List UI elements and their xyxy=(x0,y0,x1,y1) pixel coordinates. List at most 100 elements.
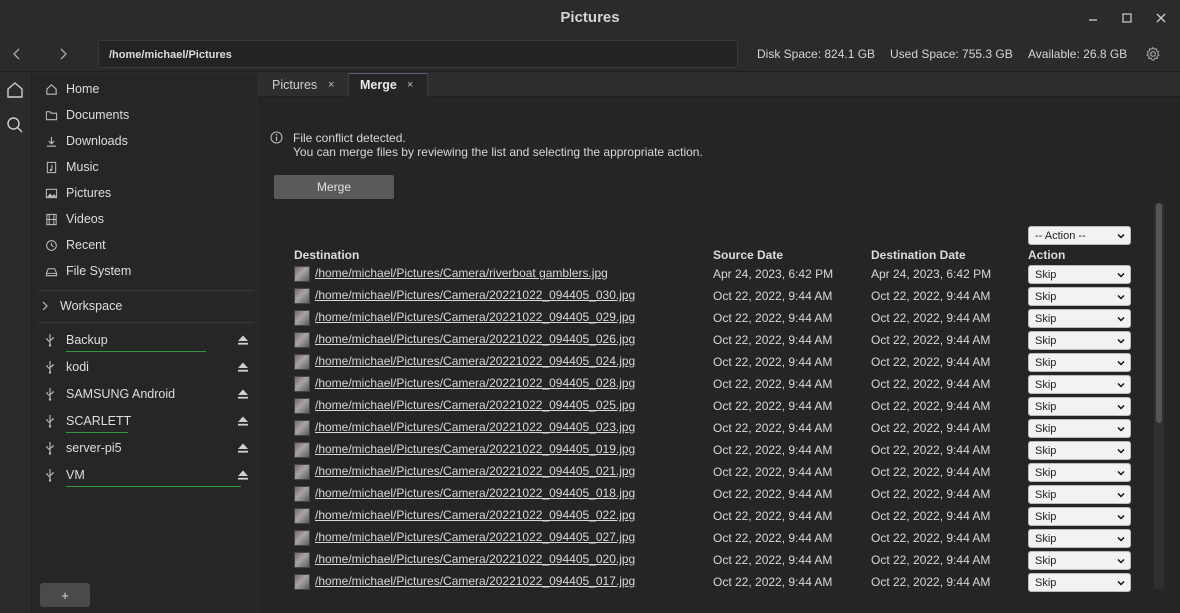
film-icon xyxy=(44,212,58,226)
chevron-down-icon xyxy=(1117,360,1125,366)
workspace-toggle[interactable]: Workspace xyxy=(32,294,258,318)
destination-path-link[interactable]: /home/michael/Pictures/Camera/20221022_0… xyxy=(315,288,635,302)
action-select[interactable]: Skip xyxy=(1028,573,1131,592)
destination-path-link[interactable]: /home/michael/Pictures/Camera/20221022_0… xyxy=(315,486,635,500)
table-row: /home/michael/Pictures/Camera/20221022_0… xyxy=(294,373,1132,395)
device-samsung-android[interactable]: SAMSUNG Android xyxy=(32,381,258,408)
sidebar-item-pictures[interactable]: Pictures xyxy=(32,181,258,205)
sidebar-item-recent[interactable]: Recent xyxy=(32,233,258,257)
eject-icon[interactable] xyxy=(237,442,249,454)
action-select[interactable]: Skip xyxy=(1028,463,1131,482)
minimize-button[interactable] xyxy=(1083,8,1103,28)
destination-path-link[interactable]: /home/michael/Pictures/Camera/20221022_0… xyxy=(315,310,635,324)
action-select[interactable]: Skip xyxy=(1028,309,1131,328)
merge-button[interactable]: Merge xyxy=(274,175,394,199)
action-select[interactable]: Skip xyxy=(1028,507,1131,526)
chevron-down-icon xyxy=(1117,580,1125,586)
chevron-down-icon xyxy=(1117,233,1125,239)
tab-label: Pictures xyxy=(272,78,318,92)
destination-path-link[interactable]: /home/michael/Pictures/Camera/20221022_0… xyxy=(315,552,635,566)
back-button[interactable] xyxy=(8,45,26,63)
eject-icon[interactable] xyxy=(237,469,249,481)
sidebar-item-music[interactable]: Music xyxy=(32,155,258,179)
destination-path-link[interactable]: /home/michael/Pictures/Camera/riverboat … xyxy=(315,266,608,280)
destination-path-link[interactable]: /home/michael/Pictures/Camera/20221022_0… xyxy=(315,332,635,346)
action-select[interactable]: Skip xyxy=(1028,441,1131,460)
destination-date: Oct 22, 2022, 9:44 AM xyxy=(871,421,991,435)
source-date: Oct 22, 2022, 9:44 AM xyxy=(713,355,833,369)
destination-path-link[interactable]: /home/michael/Pictures/Camera/20221022_0… xyxy=(315,376,635,390)
device-kodi[interactable]: kodi xyxy=(32,354,258,381)
maximize-icon xyxy=(1122,13,1132,23)
image-thumbnail xyxy=(294,442,310,458)
tab-merge[interactable]: Merge × xyxy=(348,73,428,97)
destination-path-link[interactable]: /home/michael/Pictures/Camera/20221022_0… xyxy=(315,530,635,544)
window-title: Pictures xyxy=(560,9,620,26)
add-button[interactable]: + xyxy=(40,583,90,607)
close-window-button[interactable] xyxy=(1151,8,1171,28)
action-value: Skip xyxy=(1035,357,1057,369)
action-value: Skip xyxy=(1035,445,1057,457)
icon-rail xyxy=(0,73,30,613)
sidebar-divider xyxy=(38,290,254,291)
device-label: Backup xyxy=(66,333,108,347)
action-select[interactable]: Skip xyxy=(1028,265,1131,284)
device-vm[interactable]: VM xyxy=(32,462,258,489)
sidebar-item-home[interactable]: Home xyxy=(32,77,258,101)
device-label: server-pi5 xyxy=(66,441,122,455)
destination-path-link[interactable]: /home/michael/Pictures/Camera/20221022_0… xyxy=(315,464,635,478)
image-thumbnail xyxy=(294,266,310,282)
action-value: Skip xyxy=(1035,291,1057,303)
source-date: Oct 22, 2022, 9:44 AM xyxy=(713,289,833,303)
tab-close-icon[interactable]: × xyxy=(328,79,334,91)
destination-date: Oct 22, 2022, 9:44 AM xyxy=(871,531,991,545)
eject-icon[interactable] xyxy=(237,361,249,373)
path-bar[interactable]: /home/michael/Pictures xyxy=(98,40,738,68)
table-row: /home/michael/Pictures/Camera/20221022_0… xyxy=(294,329,1132,351)
action-select[interactable]: Skip xyxy=(1028,287,1131,306)
destination-path-link[interactable]: /home/michael/Pictures/Camera/20221022_0… xyxy=(315,398,635,412)
bulk-action-select[interactable]: -- Action -- xyxy=(1028,226,1131,245)
eject-icon[interactable] xyxy=(237,388,249,400)
action-select[interactable]: Skip xyxy=(1028,485,1131,504)
sidebar-item-downloads[interactable]: Downloads xyxy=(32,129,258,153)
eject-icon[interactable] xyxy=(237,415,249,427)
maximize-button[interactable] xyxy=(1117,8,1137,28)
eject-icon[interactable] xyxy=(237,334,249,346)
search-icon[interactable] xyxy=(5,115,25,135)
destination-date: Apr 24, 2023, 6:42 PM xyxy=(871,267,992,281)
action-select[interactable]: Skip xyxy=(1028,551,1131,570)
home-icon[interactable] xyxy=(5,80,25,100)
table-row: /home/michael/Pictures/Camera/20221022_0… xyxy=(294,417,1132,439)
sidebar-item-documents[interactable]: Documents xyxy=(32,103,258,127)
gear-icon[interactable] xyxy=(1145,46,1161,62)
tab-pictures[interactable]: Pictures × xyxy=(258,73,348,97)
destination-path-link[interactable]: /home/michael/Pictures/Camera/20221022_0… xyxy=(315,508,635,522)
action-select[interactable]: Skip xyxy=(1028,375,1131,394)
forward-button[interactable] xyxy=(54,45,72,63)
action-select[interactable]: Skip xyxy=(1028,419,1131,438)
action-value: Skip xyxy=(1035,577,1057,589)
title-bar: Pictures xyxy=(0,0,1180,36)
sidebar-item-videos[interactable]: Videos xyxy=(32,207,258,231)
device-scarlett[interactable]: SCARLETT xyxy=(32,408,258,435)
device-backup[interactable]: Backup xyxy=(32,327,258,354)
destination-date: Oct 22, 2022, 9:44 AM xyxy=(871,289,991,303)
close-icon xyxy=(1156,13,1166,23)
device-server-pi5[interactable]: server-pi5 xyxy=(32,435,258,462)
usb-icon xyxy=(46,442,54,455)
destination-path-link[interactable]: /home/michael/Pictures/Camera/20221022_0… xyxy=(315,574,635,588)
scrollbar-thumb[interactable] xyxy=(1156,203,1162,423)
action-select[interactable]: Skip xyxy=(1028,529,1131,548)
image-thumbnail xyxy=(294,464,310,480)
action-select[interactable]: Skip xyxy=(1028,331,1131,350)
destination-path-link[interactable]: /home/michael/Pictures/Camera/20221022_0… xyxy=(315,354,635,368)
sidebar-item-file-system[interactable]: File System xyxy=(32,259,258,283)
destination-path-link[interactable]: /home/michael/Pictures/Camera/20221022_0… xyxy=(315,442,635,456)
tab-close-icon[interactable]: × xyxy=(407,79,413,91)
table-row: /home/michael/Pictures/Camera/20221022_0… xyxy=(294,285,1132,307)
action-select[interactable]: Skip xyxy=(1028,397,1131,416)
destination-path-link[interactable]: /home/michael/Pictures/Camera/20221022_0… xyxy=(315,420,635,434)
image-thumbnail xyxy=(294,552,310,568)
action-select[interactable]: Skip xyxy=(1028,353,1131,372)
